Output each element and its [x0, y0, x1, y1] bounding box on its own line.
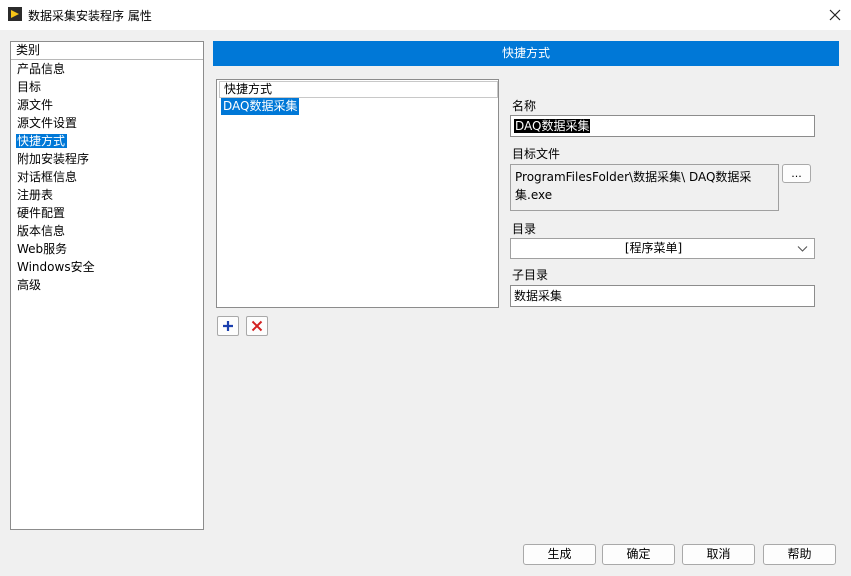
category-item-web-services[interactable]: Web服务	[11, 240, 203, 258]
category-panel: 类别 产品信息 目标 源文件 源文件设置 快捷方式 附加安装程序 对话框信息 注…	[10, 41, 204, 530]
category-item-hardware-config[interactable]: 硬件配置	[11, 204, 203, 222]
name-label: 名称	[512, 99, 537, 113]
category-item-target[interactable]: 目标	[11, 78, 203, 96]
window-title: 数据采集安装程序 属性	[28, 9, 152, 23]
category-item-label: 对话框信息	[17, 170, 78, 184]
category-item-label: 目标	[17, 80, 42, 94]
category-item-label: 注册表	[17, 188, 54, 202]
category-item-label: Windows安全	[17, 260, 95, 274]
category-item-product-info[interactable]: 产品信息	[11, 60, 203, 78]
category-item-label: 产品信息	[17, 62, 66, 76]
cancel-button[interactable]: 取消	[682, 544, 755, 565]
category-item-version-info[interactable]: 版本信息	[11, 222, 203, 240]
remove-shortcut-button[interactable]	[246, 316, 268, 336]
shortcut-list[interactable]: 快捷方式 DAQ数据采集	[216, 79, 499, 308]
directory-dropdown[interactable]: [程序菜单]	[510, 238, 815, 259]
section-title: 快捷方式	[213, 41, 839, 66]
directory-label: 目录	[512, 222, 537, 236]
category-item-label: 高级	[17, 278, 42, 292]
category-item-label: 源文件设置	[17, 116, 78, 130]
target-file-value: ProgramFilesFolder\数据采集\ DAQ数据采集.exe	[515, 170, 752, 202]
shortcut-list-header: 快捷方式	[219, 81, 498, 98]
category-item-label: Web服务	[17, 242, 68, 256]
category-item-label: 版本信息	[17, 224, 66, 238]
app-icon	[8, 7, 22, 21]
subdirectory-label: 子目录	[512, 268, 549, 282]
directory-dropdown-value: [程序菜单]	[624, 241, 683, 255]
subdirectory-field[interactable]: 数据采集	[510, 285, 815, 307]
add-shortcut-button[interactable]	[217, 316, 239, 336]
category-list: 产品信息 目标 源文件 源文件设置 快捷方式 附加安装程序 对话框信息 注册表 …	[11, 60, 203, 294]
ok-button[interactable]: 确定	[602, 544, 675, 565]
name-field[interactable]: DAQ数据采集	[510, 115, 815, 137]
category-item-registry[interactable]: 注册表	[11, 186, 203, 204]
category-item-additional-installers[interactable]: 附加安装程序	[11, 150, 203, 168]
category-item-label: 附加安装程序	[17, 152, 90, 166]
title-bar: 数据采集安装程序 属性	[0, 0, 851, 30]
shortcut-list-item[interactable]: DAQ数据采集	[221, 98, 300, 115]
name-field-value: DAQ数据采集	[514, 119, 591, 133]
category-item-shortcuts[interactable]: 快捷方式	[11, 132, 203, 150]
category-item-label: 硬件配置	[17, 206, 66, 220]
category-header: 类别	[11, 42, 203, 60]
browse-button[interactable]: ...	[782, 164, 811, 183]
category-item-dialog-info[interactable]: 对话框信息	[11, 168, 203, 186]
target-file-field: ProgramFilesFolder\数据采集\ DAQ数据采集.exe	[510, 164, 779, 211]
help-button[interactable]: 帮助	[763, 544, 836, 565]
delete-x-icon	[251, 320, 263, 332]
category-item-windows-security[interactable]: Windows安全	[11, 258, 203, 276]
category-item-advanced[interactable]: 高级	[11, 276, 203, 294]
subdirectory-value: 数据采集	[514, 289, 563, 303]
target-file-label: 目标文件	[512, 147, 561, 161]
category-item-source-files[interactable]: 源文件	[11, 96, 203, 114]
chevron-down-icon	[797, 246, 808, 252]
category-item-source-file-settings[interactable]: 源文件设置	[11, 114, 203, 132]
category-item-label: 源文件	[17, 98, 54, 112]
category-item-label: 快捷方式	[16, 134, 68, 148]
close-icon[interactable]	[820, 2, 850, 28]
plus-icon	[223, 321, 233, 331]
build-button[interactable]: 生成	[523, 544, 596, 565]
